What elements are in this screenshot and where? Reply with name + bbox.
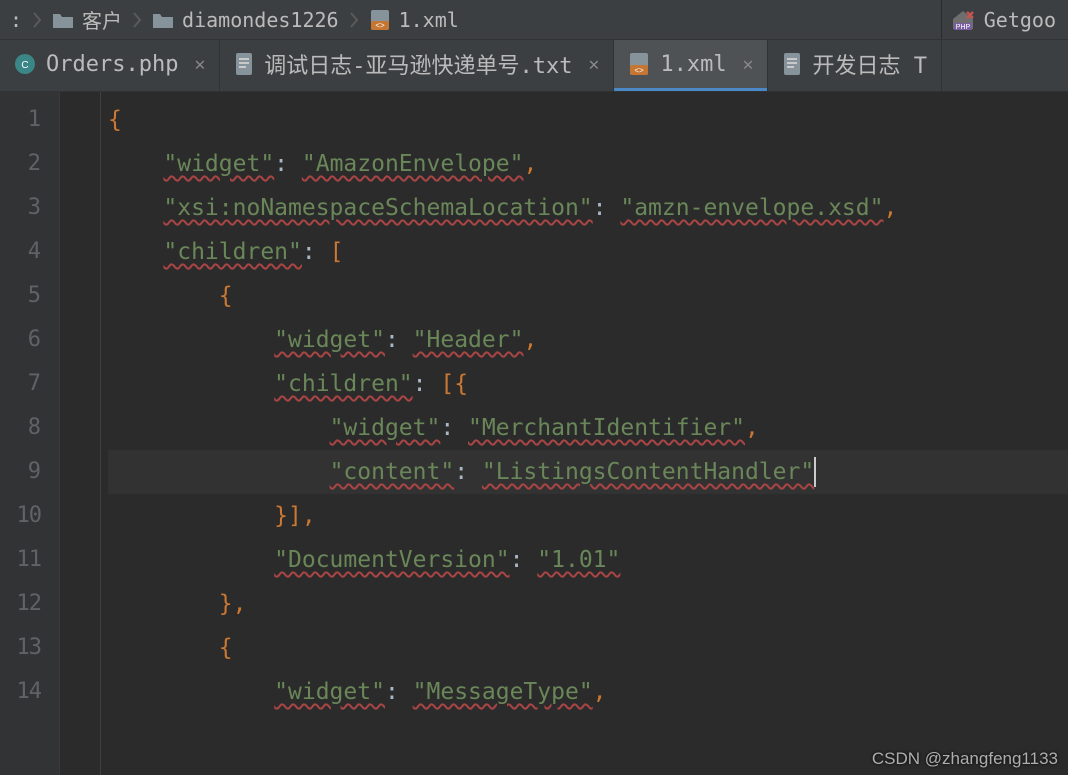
gutter-strip (61, 92, 101, 775)
breadcrumb-item-label: diamondes1226 (182, 8, 339, 32)
toolbar-right-label: Getgoo (984, 8, 1056, 32)
code-line[interactable]: "DocumentVersion": "1.01" (108, 538, 1068, 582)
tab[interactable]: <> 1.xml ✕ (614, 40, 768, 91)
tab-label: 1.xml (660, 52, 726, 77)
breadcrumb-item-label: 1.xml (399, 8, 459, 32)
code-line[interactable]: "widget": "AmazonEnvelope", (108, 142, 1068, 186)
code-line[interactable]: "widget": "Header", (108, 318, 1068, 362)
line-number: 5 (0, 274, 41, 318)
code-area[interactable]: { "widget": "AmazonEnvelope", "xsi:noNam… (60, 92, 1068, 775)
text-file-icon (782, 52, 802, 76)
toolbar-right[interactable]: PHP Getgoo (941, 0, 1064, 39)
folder-icon (152, 11, 174, 29)
tab[interactable]: 开发日志 T (768, 40, 942, 91)
xml-file-icon: <> (628, 52, 650, 76)
line-number: 1 (0, 98, 41, 142)
watermark: CSDN @zhangfeng1133 (872, 749, 1058, 769)
close-icon[interactable]: ✕ (194, 54, 205, 75)
line-number: 9 (0, 450, 41, 494)
xml-file-icon: <> (369, 9, 391, 31)
breadcrumb-sep-icon (345, 0, 363, 40)
folder-icon (52, 11, 74, 29)
svg-text:<>: <> (635, 66, 645, 75)
tab-bar: C Orders.php ✕ 调试日志-亚马逊快递单号.txt ✕ <> 1.xml ✕ 开发日… (0, 40, 1068, 92)
code-line[interactable]: "children": [{ (108, 362, 1068, 406)
code-line[interactable]: { (108, 626, 1068, 670)
code-line[interactable]: "content": "ListingsContentHandler" (108, 450, 1068, 494)
breadcrumb-item-label: 客户 (82, 5, 122, 34)
code-line[interactable]: "children": [ (108, 230, 1068, 274)
line-number: 2 (0, 142, 41, 186)
svg-text:<>: <> (375, 21, 385, 30)
code-line[interactable]: "widget": "MessageType", (108, 670, 1068, 714)
editor[interactable]: 1234567891011121314 { "widget": "AmazonE… (0, 92, 1068, 775)
line-number: 4 (0, 230, 41, 274)
line-number: 12 (0, 582, 41, 626)
code-line[interactable]: { (108, 274, 1068, 318)
breadcrumb-prefix: : (4, 0, 28, 39)
line-number: 7 (0, 362, 41, 406)
text-caret (814, 457, 816, 487)
breadcrumb: : 客户 diamondes1226 <> 1.xml PHP Getgoo (0, 0, 1068, 40)
code-line[interactable]: "xsi:noNamespaceSchemaLocation": "amzn-e… (108, 186, 1068, 230)
code-line[interactable]: }], (108, 494, 1068, 538)
tab-label: 调试日志-亚马逊快递单号.txt (264, 48, 572, 80)
tab[interactable]: C Orders.php ✕ (0, 40, 220, 91)
line-number: 8 (0, 406, 41, 450)
code-line[interactable]: { (108, 98, 1068, 142)
line-number: 14 (0, 670, 41, 714)
line-number: 10 (0, 494, 41, 538)
breadcrumb-item[interactable]: 客户 (46, 0, 128, 39)
close-icon[interactable]: ✕ (743, 54, 754, 75)
breadcrumb-sep-icon (128, 0, 146, 40)
code-line[interactable]: "widget": "MerchantIdentifier", (108, 406, 1068, 450)
breadcrumb-item[interactable]: <> 1.xml (363, 0, 465, 39)
close-icon[interactable]: ✕ (589, 54, 600, 75)
line-number: 6 (0, 318, 41, 362)
line-number: 13 (0, 626, 41, 670)
code-line[interactable]: }, (108, 582, 1068, 626)
line-number: 11 (0, 538, 41, 582)
svg-text:C: C (21, 60, 28, 71)
tab-label: Orders.php (46, 52, 178, 77)
php-home-icon: PHP (950, 8, 976, 32)
php-file-icon: C (14, 53, 36, 75)
tab-label: 开发日志 T (812, 48, 927, 80)
text-file-icon (234, 52, 254, 76)
breadcrumb-item[interactable]: diamondes1226 (146, 0, 345, 39)
breadcrumb-sep-icon (28, 0, 46, 40)
svg-text:PHP: PHP (956, 24, 971, 31)
line-number: 3 (0, 186, 41, 230)
tab[interactable]: 调试日志-亚马逊快递单号.txt ✕ (220, 40, 614, 91)
line-number-gutter: 1234567891011121314 (0, 92, 60, 775)
